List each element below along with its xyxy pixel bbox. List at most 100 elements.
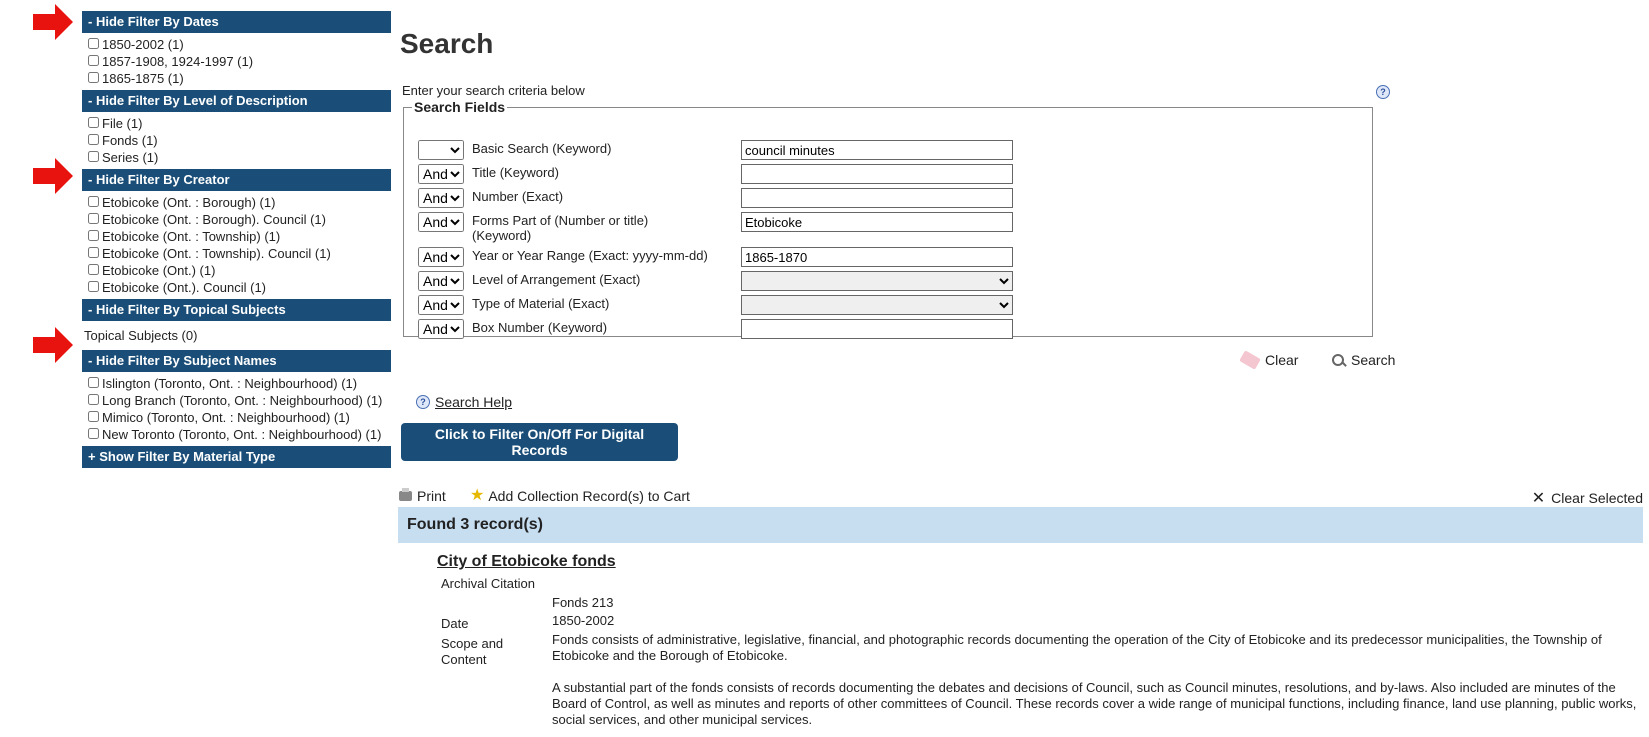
filter-checkbox[interactable] [88, 428, 99, 439]
operator-select[interactable]: And [418, 271, 464, 291]
filter-creator-item[interactable]: Etobicoke (Ont. : Borough). Council (1) [88, 211, 391, 228]
printer-icon [399, 488, 412, 501]
number-input[interactable] [741, 188, 1013, 208]
close-icon: ✕ [1531, 490, 1546, 507]
filter-creator-item[interactable]: Etobicoke (Ont.) (1) [88, 262, 391, 279]
filter-checkbox[interactable] [88, 377, 99, 388]
citation-value: Fonds 213 [552, 595, 614, 610]
search-criteria-text: Enter your search criteria below [402, 83, 585, 98]
star-icon: ★ [470, 487, 485, 504]
box-number-input[interactable] [741, 319, 1013, 339]
search-row-material: And Type of Material (Exact) [418, 295, 1013, 317]
filter-subject-item[interactable]: Mimico (Toronto, Ont. : Neighbourhood) (… [88, 409, 391, 426]
red-arrow-icon [33, 158, 73, 194]
filter-checkbox[interactable] [88, 281, 99, 292]
search-row-year: And Year or Year Range (Exact: yyyy-mm-d… [418, 247, 1013, 269]
filter-level-header[interactable]: - Hide Filter By Level of Description [82, 90, 391, 112]
search-row-title: And Title (Keyword) [418, 164, 1013, 186]
filter-checkbox[interactable] [88, 151, 99, 162]
filter-topical-header[interactable]: - Hide Filter By Topical Subjects [82, 299, 391, 321]
filter-checkbox[interactable] [88, 55, 99, 66]
filter-subject-item[interactable]: Islington (Toronto, Ont. : Neighbourhood… [88, 375, 391, 392]
filter-subject-item[interactable]: Long Branch (Toronto, Ont. : Neighbourho… [88, 392, 391, 409]
scope-paragraph-1: Fonds consists of administrative, legisl… [552, 632, 1602, 663]
filter-date-item[interactable]: 1857-1908, 1924-1997 (1) [88, 53, 391, 70]
forms-part-of-input[interactable] [741, 212, 1013, 232]
field-label: Number (Exact) [472, 189, 564, 204]
filter-creator-header[interactable]: - Hide Filter By Creator [82, 169, 391, 191]
filter-checkbox[interactable] [88, 230, 99, 241]
record-title-link[interactable]: City of Etobicoke fonds [437, 553, 616, 571]
question-circle-icon[interactable]: ? [1376, 85, 1390, 99]
search-icon [1332, 353, 1345, 367]
filter-sidebar: - Hide Filter By Dates 1850-2002 (1) 185… [82, 11, 391, 468]
filter-creator-item[interactable]: Etobicoke (Ont. : Township) (1) [88, 228, 391, 245]
print-button[interactable]: Print [399, 488, 446, 504]
filter-material-header[interactable]: + Show Filter By Material Type [82, 446, 391, 468]
filter-subject-names-list: Islington (Toronto, Ont. : Neighbourhood… [82, 372, 391, 446]
operator-select[interactable]: And [418, 212, 464, 232]
title-input[interactable] [741, 164, 1013, 184]
filter-level-list: File (1) Fonds (1) Series (1) [82, 112, 391, 169]
filter-subject-item[interactable]: New Toronto (Toronto, Ont. : Neighbourho… [88, 426, 391, 443]
search-help-link[interactable]: Search Help [435, 394, 512, 410]
filter-creator-item[interactable]: Etobicoke (Ont. : Township). Council (1) [88, 245, 391, 262]
filter-checkbox[interactable] [88, 72, 99, 83]
digital-records-filter-button[interactable]: Click to Filter On/Off For Digital Recor… [401, 423, 678, 461]
filter-creator-item[interactable]: Etobicoke (Ont.). Council (1) [88, 279, 391, 296]
clear-button[interactable]: Clear [1239, 350, 1298, 370]
filter-level-item[interactable]: Fonds (1) [88, 132, 391, 149]
filter-date-item[interactable]: 1850-2002 (1) [88, 36, 391, 53]
search-fields-legend: Search Fields [414, 99, 506, 115]
field-label: Box Number (Keyword) [472, 320, 608, 335]
red-arrow-icon [33, 4, 73, 40]
filter-checkbox[interactable] [88, 247, 99, 258]
filter-subject-names-header[interactable]: - Hide Filter By Subject Names [82, 350, 391, 372]
topical-subjects-text: Topical Subjects (0) [84, 328, 198, 343]
date-label: Date [441, 616, 469, 631]
field-label: Forms Part of (Number or title) (Keyword… [472, 213, 649, 243]
citation-label: Archival Citation [441, 576, 535, 591]
search-button[interactable]: Search [1332, 352, 1395, 368]
question-circle-icon: ? [416, 395, 430, 409]
operator-select[interactable]: And [418, 164, 464, 184]
field-label: Type of Material (Exact) [472, 296, 610, 311]
filter-checkbox[interactable] [88, 411, 99, 422]
filter-checkbox[interactable] [88, 264, 99, 275]
filter-checkbox[interactable] [88, 38, 99, 49]
search-row-basic: Basic Search (Keyword) [418, 140, 1013, 162]
filter-date-item[interactable]: 1865-1875 (1) [88, 70, 391, 87]
operator-select[interactable]: And [418, 247, 464, 267]
results-count: Found 3 record(s) [407, 516, 544, 533]
search-help: ? Search Help [416, 394, 512, 410]
filter-level-item[interactable]: Series (1) [88, 149, 391, 166]
filter-checkbox[interactable] [88, 134, 99, 145]
filter-dates-header[interactable]: - Hide Filter By Dates [82, 11, 391, 33]
level-of-arrangement-select[interactable] [741, 271, 1013, 291]
search-row-number: And Number (Exact) [418, 188, 1013, 210]
filter-creator-list: Etobicoke (Ont. : Borough) (1) Etobicoke… [82, 191, 391, 299]
operator-select[interactable]: And [418, 295, 464, 315]
type-of-material-select[interactable] [741, 295, 1013, 315]
operator-select[interactable]: And [418, 319, 464, 339]
date-value: 1850-2002 [552, 613, 615, 628]
filter-creator-item[interactable]: Etobicoke (Ont. : Borough) (1) [88, 194, 391, 211]
operator-select[interactable]: And [418, 188, 464, 208]
filter-checkbox[interactable] [88, 213, 99, 224]
filter-dates-list: 1850-2002 (1) 1857-1908, 1924-1997 (1) 1… [82, 33, 391, 90]
add-to-cart-button[interactable]: ★ Add Collection Record(s) to Cart [470, 487, 690, 505]
basic-search-input[interactable] [741, 140, 1013, 160]
eraser-icon [1239, 350, 1261, 370]
filter-checkbox[interactable] [88, 117, 99, 128]
clear-selected-button[interactable]: ✕ Clear Selected [1532, 488, 1643, 508]
scope-label: Scope and Content [441, 636, 504, 667]
field-label: Basic Search (Keyword) [472, 141, 612, 156]
field-label: Year or Year Range (Exact: yyyy-mm-dd) [472, 248, 708, 263]
field-label: Level of Arrangement (Exact) [472, 272, 641, 287]
filter-checkbox[interactable] [88, 394, 99, 405]
operator-select[interactable] [418, 140, 464, 160]
filter-checkbox[interactable] [88, 196, 99, 207]
search-row-level: And Level of Arrangement (Exact) [418, 271, 1013, 293]
filter-level-item[interactable]: File (1) [88, 115, 391, 132]
year-range-input[interactable] [741, 247, 1013, 267]
